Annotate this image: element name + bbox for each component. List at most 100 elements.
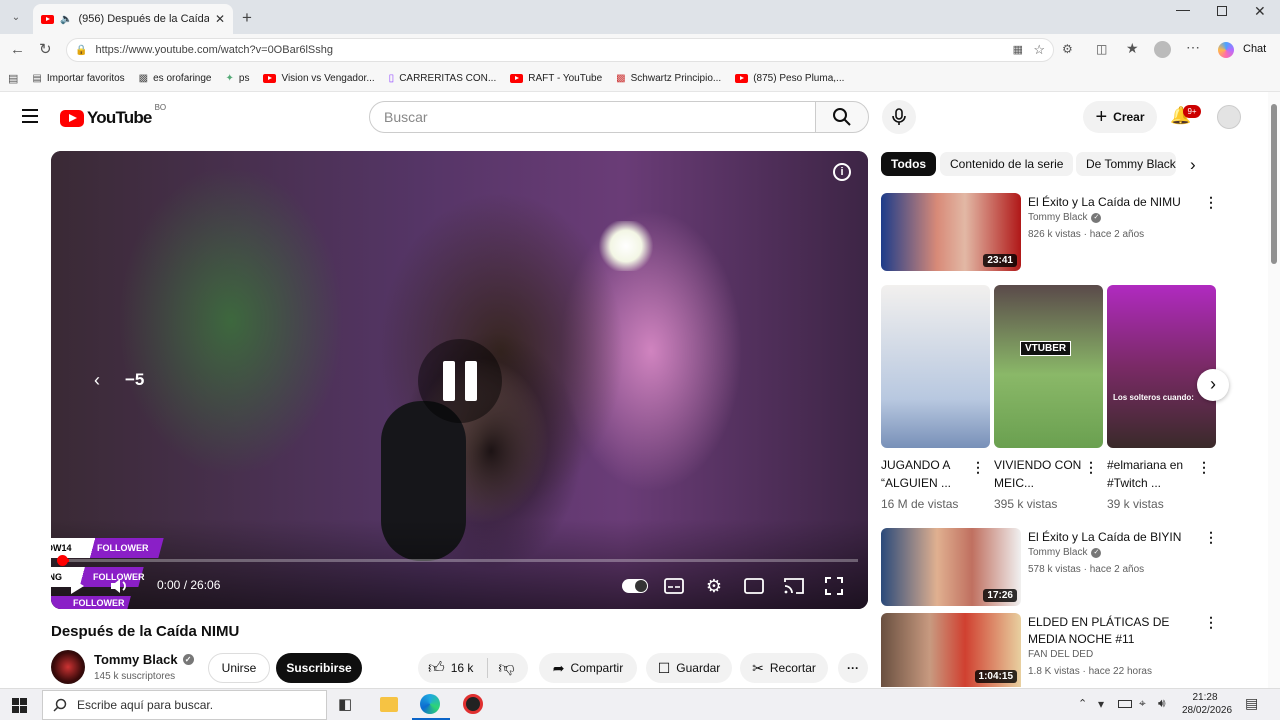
favorite-item[interactable]: ▩ Schwartz Principio... [616,73,721,84]
youtube-logo[interactable]: YouTube BO [60,103,166,128]
pause-overlay[interactable] [418,339,502,423]
url-field[interactable]: 🔒 https://www.youtube.com/watch?v=0OBar6… [66,38,1054,62]
chip-all[interactable]: Todos [881,152,937,176]
kebab-menu-icon[interactable]: ⋮ [1204,614,1218,631]
split-screen-icon[interactable]: ◫ [1096,42,1107,56]
create-button[interactable]: + Crear [1083,101,1157,133]
short-thumbnail[interactable]: Los solteros cuando: [1107,285,1216,448]
related-video[interactable]: 1:04:15 ELDED EN PLÁTICAS DE MEDIA NOCHE… [881,613,1221,687]
favorite-item[interactable]: (875) Peso Pluma,... [735,73,844,84]
kebab-menu-icon[interactable]: ⋮ [1084,459,1098,476]
hamburger-menu-icon[interactable] [22,109,38,123]
shorts-next-button[interactable]: › [1197,369,1229,401]
settings-gear-icon[interactable]: ⚙ [702,575,726,597]
taskbar-search[interactable]: Escribe aquí para buscar. [42,690,327,720]
related-video[interactable]: 17:26 El Éxito y La Caída de BIYIN Tommy… [881,528,1221,608]
app-icon[interactable]: ▦ [1013,43,1023,56]
like-count[interactable]: 16 k [451,661,474,675]
favorite-item[interactable]: ▩ es orofaringe [139,73,212,84]
back-icon[interactable]: ← [10,41,25,58]
edge-icon[interactable] [420,694,440,714]
windows-start-icon[interactable] [12,698,27,713]
tab-list-icon[interactable]: ⌄ [7,9,25,25]
fullscreen-button[interactable] [822,575,846,597]
volume-tray-icon[interactable]: 🔊︎ [1158,696,1166,711]
share-button[interactable]: ➦ Compartir [539,653,637,683]
scrollbar-thumb[interactable] [1271,104,1277,264]
channel-avatar[interactable] [51,650,85,684]
short-title[interactable]: VIVIENDO CON MEIC... [994,456,1084,492]
like-icon[interactable]: 👍︎ [428,659,445,678]
close-window-icon[interactable]: ✕ [1254,3,1266,20]
lock-icon[interactable]: 🔒 [75,45,87,56]
short-thumbnail[interactable]: VTUBER [994,285,1103,448]
chevron-right-icon[interactable]: › [1190,155,1196,175]
extensions-icon[interactable]: ⚙ [1062,42,1073,56]
account-avatar[interactable] [1217,105,1241,129]
new-tab-button[interactable]: + [242,8,252,28]
favorites-bar: ▤ ▤ Importar favoritos ▩ es orofaringe ✦ ps… [0,66,1280,92]
close-tab-icon[interactable]: ✕ [215,12,225,26]
theater-mode-button[interactable] [742,575,766,597]
dislike-icon[interactable]: 👎︎ [498,659,514,678]
progress-bar[interactable] [57,555,858,566]
subscribe-button[interactable]: Suscribirse [276,653,362,683]
favorites-icon[interactable]: ★ [1126,40,1139,57]
reload-icon[interactable]: ↻ [39,40,52,58]
favorite-item[interactable]: ✦ ps [226,73,250,84]
join-button[interactable]: Unirse [208,653,270,683]
short-title[interactable]: JUGANDO A “ALGUIEN ... [881,456,971,492]
short-title[interactable]: #elmariana en #Twitch ... [1107,456,1197,492]
more-actions-button[interactable]: ··· [838,653,868,683]
autoplay-toggle[interactable] [621,575,649,597]
collections-icon[interactable]: ▤ [8,72,18,85]
kebab-menu-icon[interactable]: ⋮ [1204,194,1218,211]
favorite-item[interactable]: ▯ CARRERITAS CON... [389,73,497,84]
tray-chevron-icon[interactable]: ⌃ [1078,697,1087,710]
info-icon[interactable]: i [833,163,851,181]
favorite-item[interactable]: RAFT - YouTube [510,73,602,84]
chip-channel[interactable]: De Tommy Black [1076,152,1176,176]
voice-search-button[interactable] [882,100,916,134]
search-button[interactable] [815,101,869,133]
file-explorer-icon[interactable] [380,697,398,712]
battery-icon[interactable] [1118,700,1132,708]
channel-name[interactable]: Tommy Black ✓ [94,652,194,667]
taskbar-clock[interactable]: 21:28 28/02/2026 [1182,691,1232,717]
copilot-icon[interactable] [1218,42,1234,58]
profile-avatar[interactable] [1154,41,1171,58]
pause-icon [443,361,455,401]
favorite-item[interactable]: ▤ Importar favoritos [32,73,124,84]
volume-button[interactable] [107,575,131,597]
cast-button[interactable] [782,575,806,597]
short-thumbnail[interactable] [881,285,990,448]
chat-button[interactable]: Chat [1243,43,1266,55]
page-scrollbar[interactable] [1268,92,1280,688]
more-menu-icon[interactable]: ⋯ [1186,39,1200,56]
notification-center-icon[interactable]: ▤ [1245,695,1258,712]
kebab-menu-icon[interactable]: ⋮ [1197,459,1211,476]
favorite-star-icon[interactable]: ☆ [1033,42,1045,58]
clip-button[interactable]: ✂ Recortar [740,653,828,683]
related-video[interactable]: 23:41 El Éxito y La Caída de NIMU Tommy … [881,193,1221,273]
play-button[interactable] [65,575,89,597]
task-view-icon[interactable]: ◧ [338,695,352,713]
browser-tab[interactable]: 🔈 (956) Después de la Caída NIMU ✕ [33,4,233,34]
obs-icon[interactable] [463,694,483,714]
chip-series[interactable]: Contenido de la serie [940,152,1074,176]
network-icon[interactable]: ⌖ [1139,696,1146,711]
speaker-icon[interactable]: 🔈 [60,14,72,25]
search-input[interactable]: Buscar [369,101,816,133]
video-player[interactable]: i ‹ −5 OW14 FOLLOWER ING FOLLOWER FOLLOWER… [51,151,868,609]
bookmark-icon: ▩ [138,73,149,84]
tray-mic-icon[interactable]: ▾ [1098,697,1104,711]
kebab-menu-icon[interactable]: ⋮ [1204,529,1218,546]
favorite-item[interactable]: Vision vs Vengador... [263,73,375,84]
subtitles-button[interactable] [662,575,686,597]
progress-scrubber[interactable] [57,555,68,566]
kebab-menu-icon[interactable]: ⋮ [971,459,985,476]
maximize-icon[interactable] [1217,6,1227,16]
save-button[interactable]: ☐ Guardar [646,653,732,683]
minimize-icon[interactable] [1176,10,1190,11]
more-icon: ··· [847,661,859,675]
